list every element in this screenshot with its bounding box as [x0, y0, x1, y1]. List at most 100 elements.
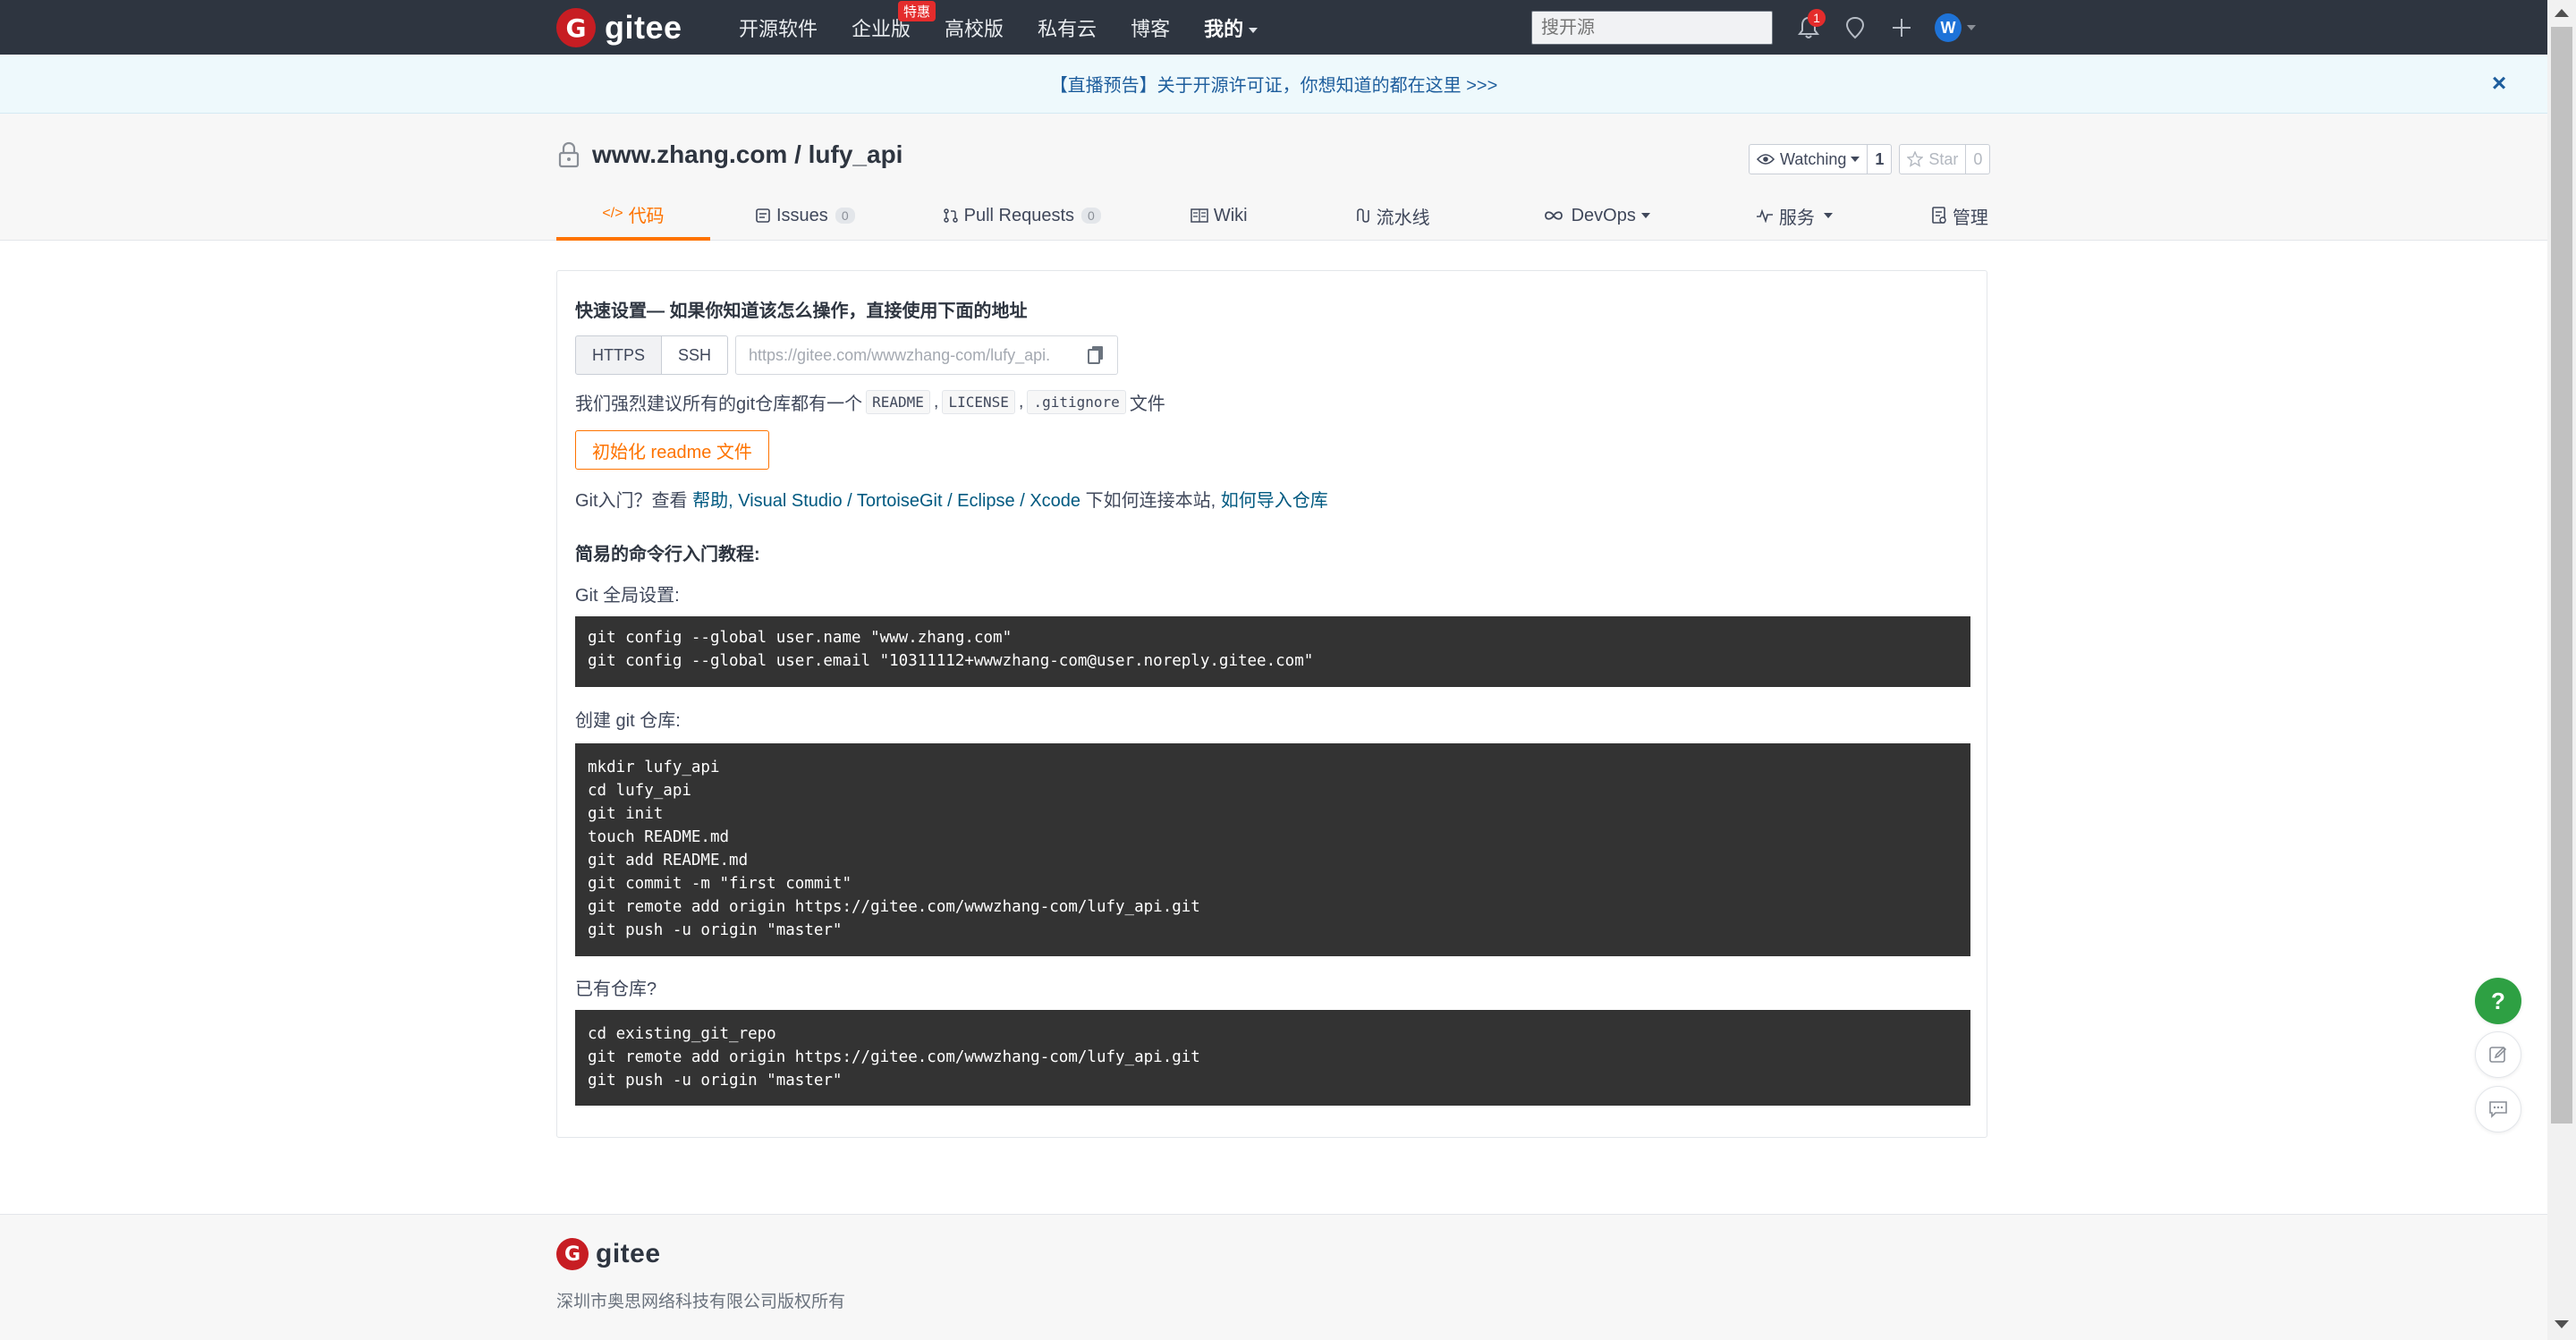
- feedback-button[interactable]: [2475, 1031, 2521, 1078]
- readme-tag: README: [866, 390, 930, 414]
- chat-button[interactable]: [2475, 1086, 2521, 1132]
- close-icon[interactable]: ×: [2487, 71, 2512, 96]
- nav-link-enterprise[interactable]: 企业版 特惠: [852, 0, 936, 42]
- tab-code-label: 代码: [628, 206, 665, 226]
- import-repo-link[interactable]: 如何导入仓库: [1221, 491, 1328, 511]
- map-pin-icon: [1845, 16, 1865, 38]
- help-button[interactable]: ?: [2475, 978, 2521, 1024]
- plus-icon: [1893, 18, 1911, 37]
- nav-link-mine-label: 我的: [1204, 17, 1244, 40]
- page-scrollbar[interactable]: [2547, 0, 2576, 1340]
- chevron-down-icon: [1967, 24, 1976, 30]
- chat-icon: [2489, 1101, 2507, 1118]
- suggest-prefix: 我们强烈建议所有的git仓库都有一个: [575, 394, 863, 414]
- lock-icon: [558, 141, 580, 168]
- nav-link-private-cloud[interactable]: 私有云: [1038, 13, 1097, 42]
- tab-pull-requests-label: Pull Requests: [963, 205, 1075, 225]
- watch-button[interactable]: Watching: [1750, 145, 1868, 174]
- eye-icon: [1757, 154, 1775, 165]
- tutorial-title: 简易的命令行入门教程:: [575, 545, 760, 564]
- repo-name-link[interactable]: www.zhang.com / lufy_api: [592, 140, 902, 169]
- chevron-down-icon: [1851, 157, 1860, 162]
- pulse-icon: [1756, 208, 1773, 223]
- gitignore-tag: .gitignore: [1027, 390, 1126, 414]
- tab-pull-requests-count: 0: [1081, 208, 1101, 224]
- tab-manage-label: 管理: [1952, 208, 1988, 228]
- scroll-up-arrow-icon[interactable]: [2555, 9, 2569, 17]
- clone-url-value: https://gitee.com/wwwzhang-com/lufy_api.: [749, 345, 1051, 364]
- tab-wiki[interactable]: Wiki: [1182, 191, 1257, 241]
- tab-services-label: 服务: [1778, 208, 1815, 228]
- map-pin-button[interactable]: [1842, 14, 1868, 41]
- clone-url-field[interactable]: https://gitee.com/wwwzhang-com/lufy_api.: [735, 335, 1119, 375]
- help-link[interactable]: 帮助: [692, 491, 728, 511]
- scroll-down-arrow-icon[interactable]: [2555, 1320, 2569, 1328]
- code-icon: </>: [602, 206, 623, 221]
- ssh-button[interactable]: SSH: [662, 335, 729, 375]
- suggest-sep-2: ,: [1018, 392, 1024, 411]
- nav-link-mine[interactable]: 我的: [1204, 13, 1258, 42]
- create-repo-code[interactable]: mkdir lufy_api cd lufy_api git init touc…: [575, 743, 1970, 956]
- repo-actions: Watching 1 Star 0: [1749, 144, 1997, 174]
- quick-setup-card: 快速设置— 如果你知道该怎么操作，直接使用下面的地址 HTTPS SSH htt…: [556, 270, 1987, 1138]
- search-input[interactable]: [1531, 11, 1773, 45]
- tab-issues[interactable]: Issues 0: [746, 191, 864, 241]
- user-menu-button[interactable]: W: [1935, 13, 1976, 42]
- existing-repo-code[interactable]: cd existing_git_repo git remote add orig…: [575, 1010, 1970, 1106]
- star-button-group: Star 0: [1899, 144, 1991, 174]
- tab-manage[interactable]: 管理: [1922, 191, 1997, 241]
- quick-setup-title: 快速设置— 如果你知道该怎么操作，直接使用下面的地址: [575, 301, 1028, 321]
- repo-title: www.zhang.com / lufy_api: [556, 140, 902, 169]
- scrollbar-thumb[interactable]: [2551, 27, 2572, 1124]
- watch-count[interactable]: 1: [1868, 145, 1891, 174]
- edit-icon: [2489, 1046, 2507, 1063]
- notification-count-badge: 1: [1808, 8, 1826, 27]
- repo-header: www.zhang.com / lufy_api Watching 1 Star…: [0, 114, 2547, 241]
- global-setup-code[interactable]: git config --global user.name "www.zhang…: [575, 616, 1970, 687]
- pipeline-icon: [1356, 208, 1369, 223]
- announcement-link[interactable]: 【直播预告】关于开源许可证，你想知道的都在这里 >>>: [1050, 71, 1498, 97]
- clone-url-row: HTTPS SSH https://gitee.com/wwwzhang-com…: [575, 335, 1119, 375]
- gitee-logo[interactable]: G gitee: [556, 8, 682, 47]
- nav-link-blog[interactable]: 博客: [1131, 13, 1170, 42]
- tab-issues-label: Issues: [776, 205, 828, 225]
- star-count[interactable]: 0: [1966, 145, 1989, 174]
- readme-suggestion: 我们强烈建议所有的git仓库都有一个 README , LICENSE , .g…: [575, 389, 1165, 415]
- star-icon: [1907, 151, 1924, 167]
- existing-repo-label: 已有仓库?: [575, 980, 657, 999]
- star-button[interactable]: Star: [1900, 145, 1967, 174]
- footer: G gitee 深圳市奥思网络科技有限公司版权所有: [0, 1214, 2547, 1340]
- footer-logo[interactable]: G gitee: [556, 1238, 661, 1270]
- announcement-banner: 【直播预告】关于开源许可证，你想知道的都在这里 >>> ×: [0, 55, 2547, 114]
- star-label: Star: [1928, 149, 1959, 168]
- tab-code[interactable]: </> 代码: [556, 191, 710, 241]
- tab-services[interactable]: 服务: [1747, 191, 1842, 241]
- tab-pipeline[interactable]: 流水线: [1346, 191, 1439, 241]
- ide-links[interactable]: , Visual Studio / TortoiseGit / Eclipse …: [728, 491, 1080, 511]
- nav-links: 开源软件 企业版 特惠 高校版 私有云 博客 我的: [739, 0, 1292, 55]
- chevron-down-icon: [1640, 213, 1650, 218]
- footer-logo-text: gitee: [596, 1239, 661, 1268]
- create-new-button[interactable]: [1888, 14, 1915, 41]
- question-icon: ?: [2491, 987, 2505, 1014]
- copy-icon[interactable]: [1087, 345, 1105, 365]
- book-icon: [1191, 208, 1208, 223]
- git-intro-prefix: Git入门？查看: [575, 491, 688, 511]
- notifications-button[interactable]: 1: [1795, 8, 1826, 41]
- init-readme-button[interactable]: 初始化 readme 文件: [575, 430, 769, 470]
- gitee-logo-icon: G: [556, 8, 596, 47]
- https-button[interactable]: HTTPS: [575, 335, 663, 375]
- git-intro-mid: 下如何连接本站,: [1085, 491, 1216, 511]
- footer-copyright: 深圳市奥思网络科技有限公司版权所有: [556, 1293, 846, 1311]
- suggest-sep-1: ,: [933, 392, 939, 411]
- avatar: W: [1935, 13, 1962, 42]
- nav-link-education[interactable]: 高校版: [945, 13, 1004, 42]
- infinity-icon: [1544, 211, 1563, 220]
- chevron-down-icon: [1823, 213, 1833, 218]
- settings-doc-icon: [1932, 207, 1946, 224]
- tab-devops[interactable]: DevOps: [1534, 191, 1659, 241]
- nav-link-open-source[interactable]: 开源软件: [739, 13, 818, 42]
- git-intro: Git入门？查看 帮助, Visual Studio / TortoiseGit…: [575, 486, 1328, 512]
- tab-devops-label: DevOps: [1571, 205, 1636, 225]
- tab-pull-requests[interactable]: Pull Requests 0: [934, 191, 1110, 241]
